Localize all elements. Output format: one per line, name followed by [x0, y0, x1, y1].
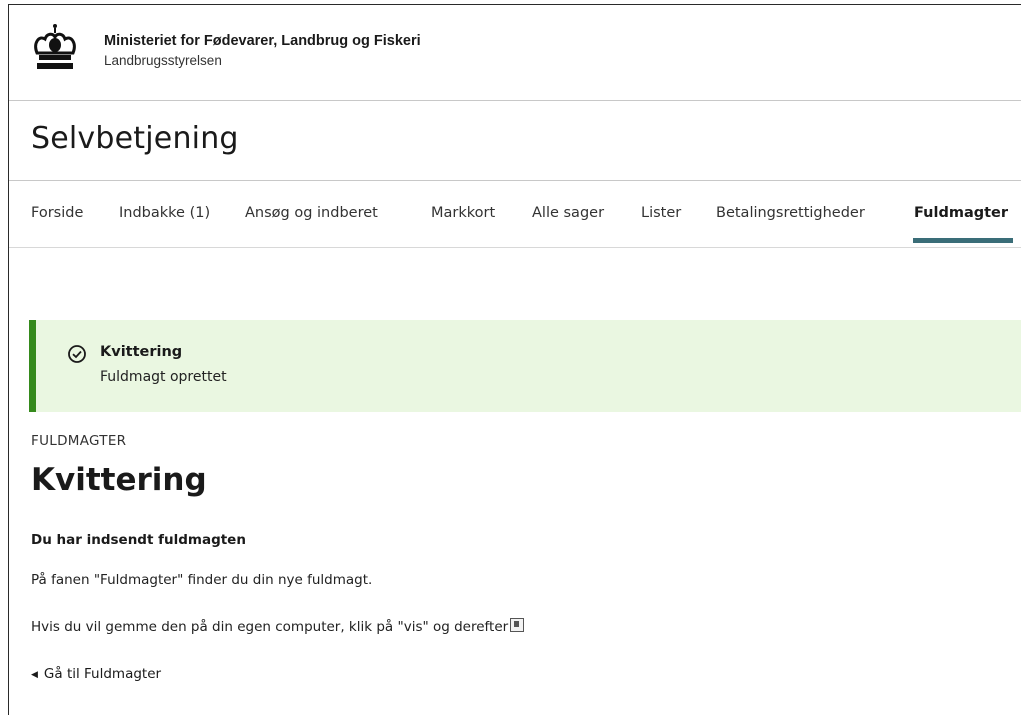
- nav-item-fuldmagter[interactable]: Fuldmagter: [914, 205, 1008, 221]
- ministry-name: Ministeriet for Fødevarer, Landbrug og F…: [104, 33, 421, 49]
- alert-heading: Kvittering: [100, 344, 183, 360]
- main-nav: Forside Indbakke (1) Ansøg og indberet M…: [9, 181, 1021, 248]
- download-icon: [510, 618, 525, 632]
- nav-item-ansoeg-og-indberet[interactable]: Ansøg og indberet: [245, 205, 378, 221]
- page-title: Kvittering: [31, 462, 207, 498]
- nav-item-alle-sager[interactable]: Alle sager: [532, 205, 604, 221]
- ministry-header: Ministeriet for Fødevarer, Landbrug og F…: [9, 5, 1021, 101]
- back-link-label: Gå til Fuldmagter: [43, 666, 162, 682]
- nav-item-forside[interactable]: Forside: [31, 205, 83, 221]
- nav-item-markkort[interactable]: Markkort: [431, 205, 495, 221]
- crown-icon[interactable]: [31, 23, 79, 73]
- check-circle-icon: [68, 345, 86, 363]
- active-tab-indicator: [913, 238, 1013, 243]
- alert-text: Fuldmagt oprettet: [100, 369, 227, 385]
- section-eyebrow: FULDMAGTER: [31, 433, 127, 449]
- back-to-fuldmagter-link[interactable]: ◀ Gå til Fuldmagter: [31, 666, 161, 682]
- agency-name: Landbrugsstyrelsen: [104, 53, 222, 68]
- info-paragraph: På fanen "Fuldmagter" finder du din nye …: [31, 572, 373, 588]
- page-frame: Ministeriet for Fødevarer, Landbrug og F…: [8, 4, 1021, 715]
- nav-item-lister[interactable]: Lister: [641, 205, 681, 221]
- save-instructions: Hvis du vil gemme den på din egen comput…: [31, 618, 525, 635]
- save-instructions-text: Hvis du vil gemme den på din egen comput…: [31, 619, 509, 635]
- success-alert: Kvittering Fuldmagt oprettet: [29, 320, 1021, 412]
- subheading: Du har indsendt fuldmagten: [31, 532, 246, 548]
- site-title[interactable]: Selvbetjening: [31, 121, 239, 156]
- nav-item-betalingsrettigheder[interactable]: Betalingsrettigheder: [716, 205, 865, 221]
- nav-item-indbakke[interactable]: Indbakke (1): [119, 205, 210, 221]
- caret-left-icon: ◀: [31, 670, 38, 680]
